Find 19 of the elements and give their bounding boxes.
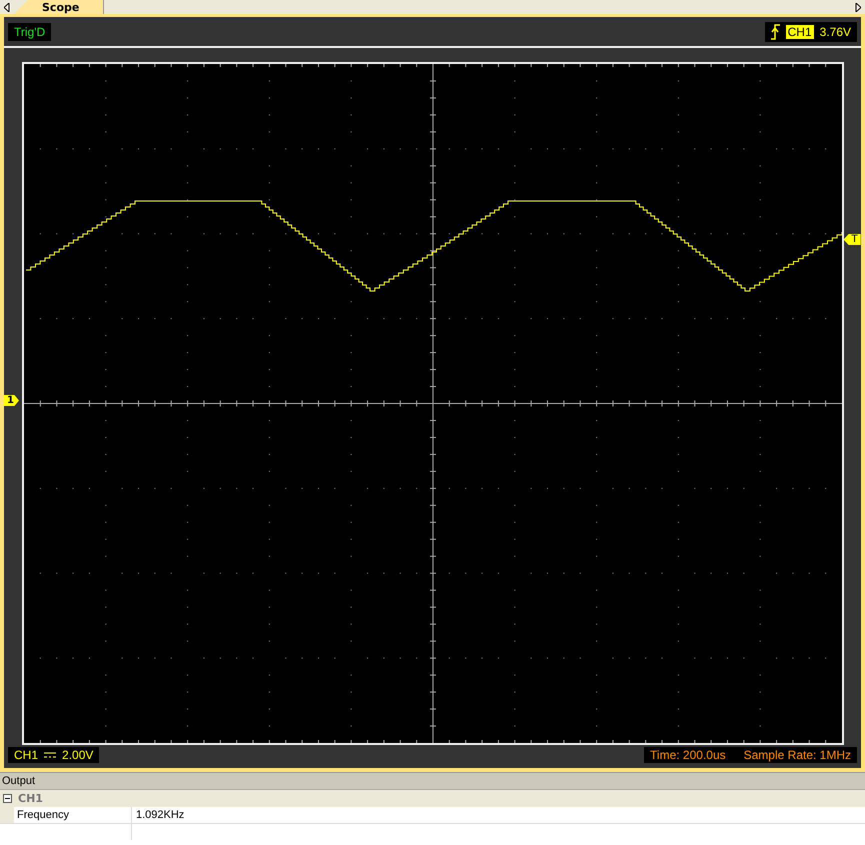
channel-label: CH1 [786,25,814,39]
trigger-level: 3.76V [820,25,851,39]
collapse-icon[interactable] [3,794,12,803]
volts-per-division: 2.00V [62,748,94,762]
output-header: Output [0,772,865,790]
scroll-right-icon[interactable] [855,2,861,12]
time-base: Time: 200.0us [650,748,726,762]
sample-rate: Sample Rate: 1MHz [744,748,851,762]
scope-tab[interactable]: Scope [14,0,104,14]
property-name: Frequency [0,807,132,823]
trigger-marker[interactable]: T [844,234,861,245]
channel-marker[interactable]: 1 [4,395,19,406]
dc-coupling-icon [44,752,56,758]
group-name: CH1 [18,792,43,805]
rising-edge-icon [770,24,780,40]
scroll-left-icon[interactable] [4,2,10,12]
channel-label: CH1 [14,748,38,762]
property-value: 1.092KHz [135,809,184,821]
trigger-status: Trig'D [8,23,52,41]
